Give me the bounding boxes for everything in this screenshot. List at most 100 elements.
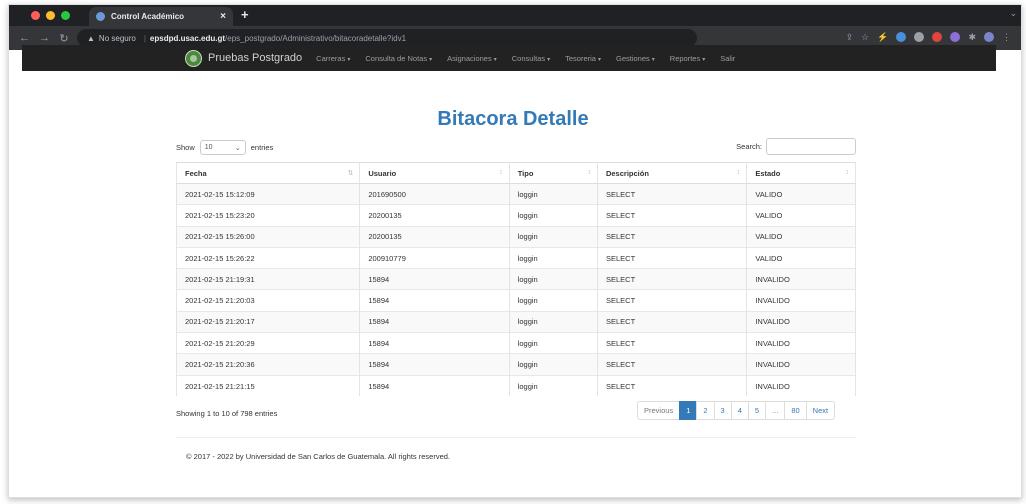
table-cell: INVALIDO bbox=[746, 353, 856, 376]
extension-blue-icon[interactable] bbox=[896, 32, 907, 42]
column-header-0[interactable]: Fecha ⇅ bbox=[175, 162, 361, 184]
search-input[interactable] bbox=[766, 138, 856, 155]
tab-title: Control Académico bbox=[111, 12, 185, 21]
tab-search-icon[interactable]: ⌄ bbox=[1009, 8, 1017, 19]
page-button-1[interactable]: 1 bbox=[679, 401, 698, 420]
table-cell: loggin bbox=[508, 204, 598, 227]
page-button-2[interactable]: 2 bbox=[696, 401, 715, 420]
table-cell: loggin bbox=[508, 246, 598, 269]
share-icon[interactable]: ⇪ bbox=[846, 32, 854, 42]
search-label: Search: bbox=[736, 142, 762, 151]
column-header-4[interactable]: Estado ↕ bbox=[746, 162, 856, 184]
bookmark-star-icon[interactable]: ☆ bbox=[861, 32, 869, 42]
table-row: 2021-02-15 15:23:20 20200135 loggin SELECT V… bbox=[175, 204, 856, 227]
table-cell: INVALIDO bbox=[746, 332, 856, 354]
table-cell: SELECT bbox=[596, 310, 748, 333]
table-cell: 15894 bbox=[359, 374, 510, 397]
previous-button[interactable]: Previous bbox=[637, 401, 681, 420]
brand-logo-icon bbox=[185, 49, 202, 67]
brand[interactable]: Pruebas Postgrado bbox=[185, 49, 302, 67]
table-cell: 15894 bbox=[359, 353, 510, 376]
search-control: Search: bbox=[736, 138, 856, 155]
table-cell: 15894 bbox=[359, 289, 510, 312]
table-cell: loggin bbox=[508, 289, 598, 312]
bitacora-table: Fecha ⇅ Usuario ↕ Tipo ↕ Descripción ↕ Estado ↕ 2… bbox=[175, 162, 856, 397]
table-cell: SELECT bbox=[596, 289, 748, 312]
puzzle-icon[interactable]: ✱ bbox=[968, 32, 976, 42]
column-header-label: Fecha bbox=[185, 168, 207, 178]
table-cell: 200910779 bbox=[359, 246, 510, 269]
table-cell: loggin bbox=[508, 182, 598, 205]
table-controls: Show 10 ⌄ entries Search: bbox=[176, 138, 856, 156]
profile-avatar[interactable] bbox=[984, 32, 994, 42]
menu-item-consultas[interactable]: Consultas ▾ bbox=[512, 54, 550, 63]
table-row: 2021-02-15 21:19:31 15894 loggin SELECT INVA… bbox=[175, 268, 856, 290]
menu-item-gestiones[interactable]: Gestiones ▾ bbox=[616, 54, 655, 63]
table-cell: loggin bbox=[508, 310, 598, 333]
extension-purple-icon[interactable] bbox=[950, 32, 961, 42]
table-cell: loggin bbox=[508, 374, 598, 397]
menu-item-tesoreria[interactable]: Tesoreria ▾ bbox=[565, 54, 601, 63]
table-cell: 2021-02-15 15:12:09 bbox=[175, 182, 361, 205]
browser-tab[interactable]: Control Académico × bbox=[89, 7, 233, 26]
extension-gray-icon[interactable] bbox=[914, 32, 925, 42]
browser-menu-icon[interactable]: ⋮ bbox=[1002, 32, 1011, 42]
table-cell: 2021-02-15 21:20:29 bbox=[175, 332, 361, 354]
pagination: Previous 1 2 3 4 5... 80 Next bbox=[637, 401, 836, 420]
table-cell: 2021-02-15 21:20:17 bbox=[175, 310, 361, 333]
menu-item-consulta-de-notas[interactable]: Consulta de Notas ▾ bbox=[365, 54, 432, 63]
table-cell: VALIDO bbox=[746, 246, 856, 269]
menu-item-label: Tesoreria bbox=[565, 53, 596, 63]
tab-close-icon[interactable]: × bbox=[220, 11, 226, 22]
menu-item-asignaciones[interactable]: Asignaciones ▾ bbox=[447, 54, 497, 63]
menu-item-salir[interactable]: Salir bbox=[720, 54, 735, 63]
reload-icon[interactable]: ↻ bbox=[59, 32, 69, 45]
table-cell: 15894 bbox=[359, 332, 510, 354]
table-row: 2021-02-15 21:21:15 15894 loggin SELECT INVA… bbox=[175, 374, 856, 397]
extension-icon[interactable]: ⚡ bbox=[877, 32, 888, 42]
page-button-5[interactable]: 5 bbox=[747, 401, 767, 420]
maximize-window-button[interactable] bbox=[61, 11, 70, 20]
close-window-button[interactable] bbox=[31, 11, 40, 20]
menu-item-reportes[interactable]: Reportes ▾ bbox=[670, 54, 705, 63]
page-button-4[interactable]: 4 bbox=[730, 401, 749, 420]
page-button-3[interactable]: 3 bbox=[713, 401, 732, 420]
column-header-label: Tipo bbox=[517, 168, 534, 178]
table-cell: 2021-02-15 21:19:31 bbox=[175, 268, 361, 290]
menu-item-label: Consulta de Notas bbox=[365, 53, 428, 63]
column-header-label: Estado bbox=[755, 168, 781, 178]
new-tab-button[interactable]: + bbox=[241, 7, 249, 22]
table-cell: 2021-02-15 21:21:15 bbox=[175, 374, 361, 397]
page-ellipsis[interactable]: ... bbox=[765, 401, 786, 420]
table-cell: INVALIDO bbox=[746, 289, 856, 312]
table-row: 2021-02-15 21:20:03 15894 loggin SELECT INVA… bbox=[175, 289, 856, 312]
table-cell: 2021-02-15 21:20:03 bbox=[175, 289, 361, 312]
sort-icon: ↕ bbox=[736, 169, 741, 176]
table-cell: 2021-02-15 15:23:20 bbox=[175, 204, 361, 227]
next-button[interactable]: Next bbox=[805, 401, 836, 420]
url-host: epsdpd.usac.edu.gt bbox=[149, 33, 226, 43]
extension-red-icon[interactable] bbox=[932, 32, 943, 42]
entries-label: entries bbox=[250, 143, 274, 152]
table-cell: 15894 bbox=[359, 310, 510, 333]
forward-icon[interactable]: → bbox=[39, 32, 50, 44]
table-cell: SELECT bbox=[596, 268, 748, 290]
column-header-3[interactable]: Descripción ↕ bbox=[596, 162, 748, 184]
menu-item-carreras[interactable]: Carreras ▾ bbox=[316, 54, 350, 63]
table-cell: SELECT bbox=[596, 246, 748, 269]
column-header-1[interactable]: Usuario ↕ bbox=[359, 162, 510, 184]
table-cell: VALIDO bbox=[746, 182, 856, 205]
page-button-80[interactable]: 80 bbox=[784, 401, 807, 420]
page-length-control: Show 10 ⌄ entries bbox=[176, 140, 273, 155]
minimize-window-button[interactable] bbox=[46, 11, 55, 20]
menu-item-label: Asignaciones bbox=[447, 53, 492, 63]
back-icon[interactable]: ← bbox=[19, 32, 30, 44]
table-cell: INVALIDO bbox=[746, 374, 856, 397]
column-header-2[interactable]: Tipo ↕ bbox=[508, 162, 598, 184]
footer-divider bbox=[176, 437, 856, 438]
column-header-label: Usuario bbox=[368, 168, 397, 178]
table-cell: 15894 bbox=[359, 268, 510, 290]
table-cell: 2021-02-15 21:20:36 bbox=[175, 353, 361, 376]
caret-down-icon: ▾ bbox=[547, 56, 551, 63]
entries-select[interactable]: 10 ⌄ bbox=[199, 140, 246, 155]
